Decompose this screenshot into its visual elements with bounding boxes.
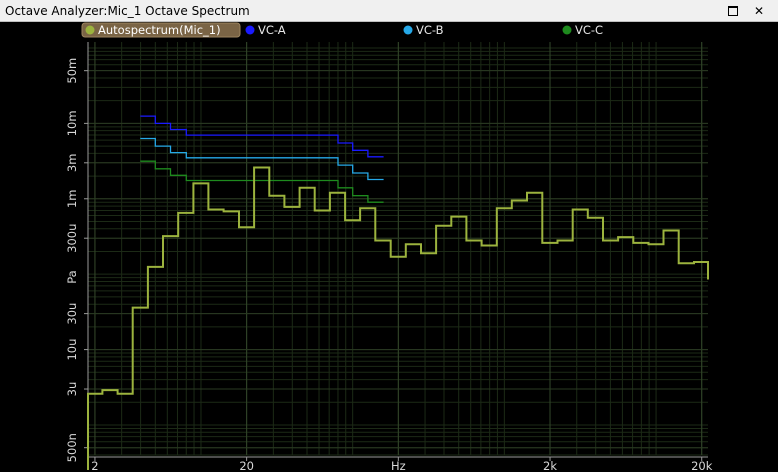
y-tick-label: 3u: [65, 382, 79, 397]
y-tick-label: 50m: [65, 58, 79, 84]
x-tick-label: 2: [91, 459, 98, 472]
title-bar[interactable]: Octave Analyzer:Mic_1 Octave Spectrum ✕: [0, 0, 778, 22]
window-title: Octave Analyzer:Mic_1 Octave Spectrum: [5, 4, 250, 18]
x-tick-label: 2k: [543, 459, 557, 472]
x-tick-label: 20: [239, 459, 254, 472]
legend-swatch: [85, 25, 95, 35]
x-tick-label: Hz: [391, 459, 406, 472]
legend-item-autospectrum-mic-1[interactable]: Autospectrum(Mic_1): [81, 22, 241, 38]
legend-swatch: [403, 25, 413, 35]
y-tick-label: 30u: [65, 303, 79, 325]
legend-label: VC-C: [575, 23, 603, 37]
y-tick-label: 10m: [65, 110, 79, 136]
chart-grid: [88, 42, 708, 456]
legend-swatch: [245, 25, 255, 35]
legend-label: Autospectrum(Mic_1): [98, 23, 221, 37]
legend-item-vc-b[interactable]: VC-B: [403, 23, 444, 37]
y-tick-label: 3m: [65, 154, 79, 173]
octave-spectrum-chart[interactable]: Autospectrum(Mic_1) VC-A VC-B VC-C 50m 10m 3m…: [0, 22, 778, 472]
series-vc-b[interactable]: [140, 137, 384, 181]
y-tick-label: 10u: [65, 339, 79, 361]
series-vc-a[interactable]: [140, 115, 384, 158]
legend-label: VC-A: [258, 23, 286, 37]
legend-item-vc-a[interactable]: VC-A: [245, 23, 286, 37]
analyzer-window: Octave Analyzer:Mic_1 Octave Spectrum ✕ …: [0, 0, 778, 472]
y-axis-label: Pa: [65, 270, 79, 283]
close-button[interactable]: ✕: [748, 1, 770, 21]
maximize-icon: [728, 5, 738, 16]
maximize-button[interactable]: [722, 1, 744, 21]
legend-label: VC-B: [416, 23, 444, 37]
legend-swatch: [562, 25, 572, 35]
y-tick-label: 500n: [65, 433, 79, 462]
y-tick-label: 300u: [65, 224, 79, 253]
y-tick-label: 1m: [65, 190, 79, 209]
chart-legend: Autospectrum(Mic_1) VC-A VC-B VC-C: [81, 22, 604, 38]
x-tick-label: 20k: [691, 459, 713, 472]
legend-item-vc-c[interactable]: VC-C: [562, 23, 604, 37]
